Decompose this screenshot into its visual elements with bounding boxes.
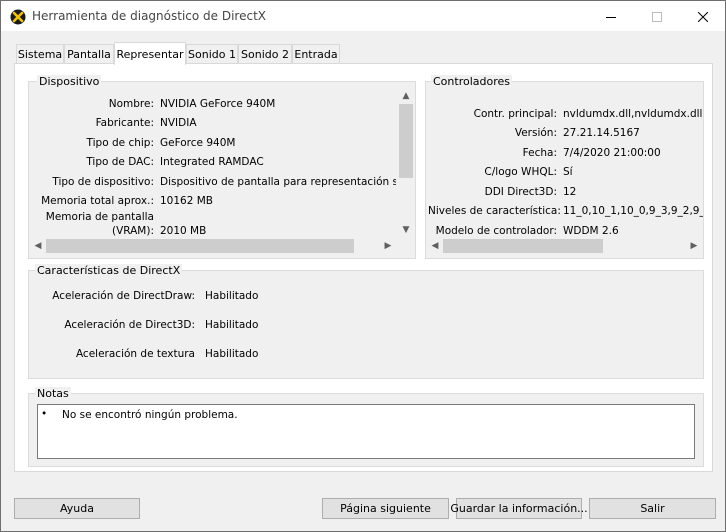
notes-item: No se encontró ningún problema. [62,409,238,421]
exit-button[interactable]: Salir [589,498,716,519]
minimize-button[interactable] [588,2,634,31]
drivers-label-ddi: DDI Direct3D: [484,186,557,198]
tab-sonido-2[interactable]: Sonido 2 [238,44,292,64]
drivers-value-ddi: 12 [563,186,577,198]
device-label-name: Nombre: [108,98,154,110]
drivers-value-driver-model: WDDM 2.6 [563,225,619,237]
notes-title: Notas [35,387,71,400]
save-info-button[interactable]: Guardar la información... [450,498,588,519]
feature-label-directdraw: Aceleración de DirectDraw: [52,290,195,302]
device-value-manufacturer: NVIDIA [160,117,197,129]
scroll-up-icon[interactable]: ▲ [398,88,414,104]
drivers-label-date: Fecha: [522,147,557,159]
tab-representar[interactable]: Representar [114,42,186,65]
window-title: Herramienta de diagnóstico de DirectX [32,9,266,23]
drivers-label-feature-levels: Niveles de característica: [428,205,561,217]
notes-textbox[interactable]: • No se encontró ningún problema. [37,404,695,459]
device-vertical-scroll-thumb[interactable] [399,104,413,178]
drivers-label-driver-model: Modelo de controlador: [435,225,557,237]
drivers-label-whql: C/logo WHQL: [484,166,557,178]
minimize-icon [606,16,616,18]
title-bar[interactable]: Herramienta de diagnóstico de DirectX [1,1,725,31]
feature-label-direct3d: Aceleración de Direct3D: [64,319,195,331]
directx-icon [10,9,26,25]
scroll-left-icon[interactable]: ◀ [30,238,46,254]
scroll-left-icon[interactable]: ◀ [427,238,443,254]
device-label-vram-line1: Memoria de pantalla [45,211,154,223]
close-button[interactable] [680,2,726,31]
device-value-chip-type: GeForce 940M [160,137,236,149]
device-group-title: Dispositivo [37,75,102,88]
device-label-vram-line2: (VRAM): [111,225,154,237]
device-value-name: NVIDIA GeForce 940M [160,98,276,110]
drivers-value-date: 7/4/2020 21:00:00 [563,147,661,159]
help-button[interactable]: Ayuda [14,498,140,519]
device-horizontal-scroll-thumb[interactable] [46,239,354,253]
device-label-manufacturer: Fabricante: [95,117,154,129]
scroll-right-icon[interactable]: ▶ [686,238,702,254]
maximize-icon [652,11,662,22]
drivers-group-title: Controladores [431,75,512,88]
drivers-horizontal-scroll-thumb[interactable] [443,239,603,253]
feature-label-texture: Aceleración de textura [75,348,195,360]
drivers-value-whql: Sí [563,166,573,178]
device-value-device-type: Dispositivo de pantalla para representac… [160,176,396,188]
tab-pantalla[interactable]: Pantalla [64,44,114,64]
maximize-button[interactable] [634,2,680,31]
device-label-chip-type: Tipo de chip: [86,137,154,149]
tab-sistema[interactable]: Sistema [16,44,64,64]
drivers-value-feature-levels: 11_0,10_1,10_0,9_3,9_2,9_ [563,205,703,217]
drivers-label-version: Versión: [514,127,557,139]
feature-value-direct3d: Habilitado [205,319,259,331]
device-label-dac-type: Tipo de DAC: [86,156,154,168]
drivers-value-version: 27.21.14.5167 [563,127,640,139]
tab-sonido-1[interactable]: Sonido 1 [186,44,238,64]
close-icon [698,11,708,22]
drivers-label-main: Contr. principal: [473,108,557,120]
device-value-vram: 2010 MB [160,225,207,237]
feature-value-directdraw: Habilitado [205,290,259,302]
scroll-down-icon[interactable]: ▼ [398,222,414,238]
device-value-total-memory: 10162 MB [160,195,214,207]
feature-value-texture: Habilitado [205,348,259,360]
directx-features-title: Características de DirectX [35,264,183,277]
device-label-total-memory: Memoria total aprox.: [41,195,154,207]
device-label-device-type: Tipo de dispositivo: [52,176,154,188]
tab-entrada[interactable]: Entrada [292,44,340,64]
notes-bullet: • [41,408,48,420]
scroll-right-icon[interactable]: ▶ [380,238,396,254]
drivers-value-main: nvldumdx.dll,nvldumdx.dll,nv [563,108,703,120]
next-page-button[interactable]: Página siguiente [322,498,449,519]
device-value-dac-type: Integrated RAMDAC [160,156,264,168]
